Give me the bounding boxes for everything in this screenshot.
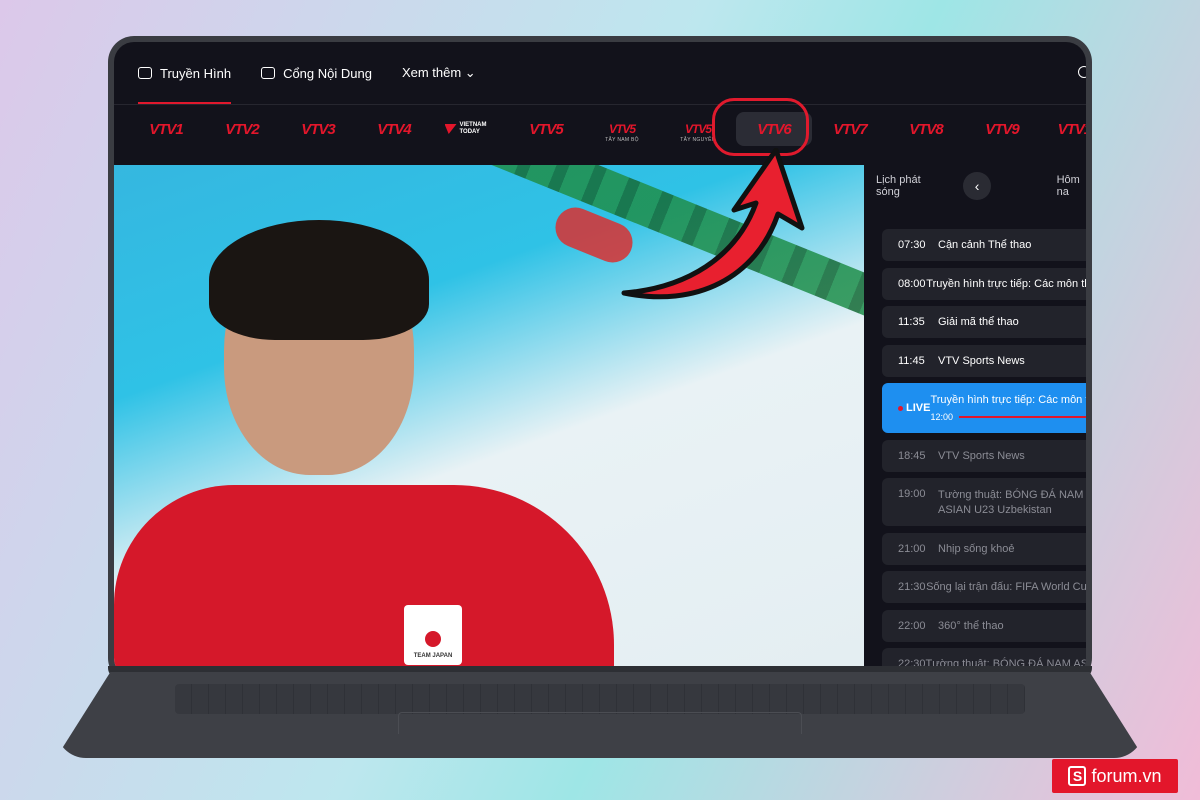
channel-logo: VTV5 [529, 120, 564, 138]
schedule-row[interactable]: 22:00 360° thể thao [882, 609, 1086, 642]
channel-vtv1[interactable]: VTV1 [128, 112, 204, 146]
tv-icon [138, 67, 152, 79]
channel-bar: VTV1 VTV2 VTV3 VTV4 VIETNAM TODAY VTV5 V… [128, 108, 1086, 150]
team-japan-badge: TEAM JAPAN [404, 605, 462, 665]
channel-vtv2[interactable]: VTV2 [204, 112, 280, 146]
schedule-time: 11:35 [898, 316, 925, 328]
channel-vtv5[interactable]: VTV5 [508, 112, 584, 146]
sforum-watermark: S forum.vn [1052, 759, 1178, 793]
channel-logo: VIETNAM TODAY [459, 122, 487, 135]
schedule-time: 19:00 [898, 488, 926, 500]
schedule-header: Lịch phát sóng ‹ Hôm na [874, 165, 1086, 207]
laptop-screen: Truyền Hình Cổng Nội Dung Xem thêm ⌄ VTV… [114, 42, 1086, 678]
schedule-time: 22:00 [898, 619, 926, 632]
live-body: Truyền hình trực tiếp: Các môn thi đ 12:… [930, 394, 1086, 422]
channel-logo: VTV8 [909, 120, 944, 138]
channel-sublabel: TÂY NAM BỘ [605, 137, 639, 143]
channel-logo: VTV2 [225, 120, 260, 138]
schedule-row[interactable]: 07:30 Cận cảnh Thể thao [882, 229, 1086, 261]
channel-vtv4[interactable]: VTV4 [356, 112, 432, 146]
nav-more-dropdown[interactable]: Xem thêm ⌄ [402, 42, 476, 104]
channel-vtv3[interactable]: VTV3 [280, 112, 356, 146]
channel-vtv10[interactable]: VTV10 [1040, 112, 1086, 146]
swimmer-hair [209, 220, 429, 340]
team-badge-text: TEAM JAPAN [413, 653, 453, 659]
channel-vtv5-tay-nam-bo[interactable]: VTV5 TÂY NAM BỘ [584, 112, 660, 146]
schedule-title-text: VTV Sports News [938, 354, 1025, 367]
video-player[interactable]: TEAM JAPAN [114, 165, 864, 675]
nav-tab-label: Truyền Hình [160, 65, 232, 81]
nav-divider [114, 104, 1086, 105]
schedule-list: 07:30 Cận cảnh Thể thao 08:00 Truyền hình … [882, 229, 1086, 678]
live-label: LIVE [906, 402, 931, 414]
laptop-trackpad [398, 712, 802, 734]
channel-logo: VTV10 [1057, 120, 1086, 138]
channel-vtv9[interactable]: VTV9 [964, 112, 1040, 146]
schedule-row[interactable]: 21:30 Sống lại trận đấu: FIFA World Cup 2 [882, 571, 1086, 603]
schedule-title-text: Giải mã thể thao [938, 316, 1019, 328]
top-navigation: Truyền Hình Cổng Nội Dung Xem thêm ⌄ [114, 42, 1086, 104]
channel-logo: VTV5 [684, 122, 712, 136]
channel-logo: VTV7 [833, 120, 868, 138]
search-icon[interactable] [1078, 66, 1086, 78]
schedule-title-text: Nhịp sống khoẻ [938, 542, 1015, 555]
schedule-title: Lịch phát sóng [876, 174, 921, 198]
schedule-day[interactable]: Hôm na [1057, 174, 1086, 198]
channel-vtv8[interactable]: VTV8 [888, 112, 964, 146]
schedule-panel: Lịch phát sóng ‹ Hôm na 07:30 Cận cảnh Th… [874, 165, 1086, 678]
schedule-time: 08:00 [898, 277, 926, 290]
schedule-title-text: VTV Sports News [938, 449, 1025, 462]
channel-logo: VTV6 [757, 120, 792, 138]
schedule-row[interactable]: 11:45 VTV Sports News [882, 344, 1086, 377]
schedule-time: 11:45 [898, 354, 925, 367]
nav-tab-truyen-hinh[interactable]: Truyền Hình [138, 42, 232, 104]
laptop-lid: Truyền Hình Cổng Nội Dung Xem thêm ⌄ VTV… [108, 36, 1092, 684]
schedule-title-text: Truyền hình trực tiếp: Các môn thi đ [930, 394, 1086, 406]
schedule-time: 21:00 [898, 542, 926, 555]
channel-sublabel: TÂY NGUYÊN [680, 137, 716, 143]
live-start-time: 12:00 [930, 412, 953, 422]
schedule-row[interactable]: 21:00 Nhịp sống khoẻ [882, 532, 1086, 565]
watermark-text: forum.vn [1091, 765, 1162, 786]
schedule-title-text: Cận cảnh Thể thao [938, 239, 1032, 251]
schedule-title-text: Sống lại trận đấu: FIFA World Cup 2 [926, 581, 1086, 593]
channel-logo: VTV4 [377, 120, 412, 138]
schedule-time: 18:45 [898, 449, 926, 462]
chevron-left-icon[interactable]: ‹ [963, 172, 991, 200]
channel-logo: VTV5 [608, 122, 636, 136]
nav-tab-label: Xem thêm ⌄ [401, 65, 476, 80]
laptop-keyboard [175, 684, 1025, 714]
channel-vtv7[interactable]: VTV7 [812, 112, 888, 146]
live-progress-bar [958, 416, 1086, 418]
schedule-row-live[interactable]: LIVE Truyền hình trực tiếp: Các môn thi … [882, 383, 1086, 433]
grid-icon [261, 67, 276, 79]
channel-logo: VTV3 [301, 120, 336, 138]
schedule-title-text: 360° thể thao [938, 619, 1004, 632]
schedule-time: 07:30 [898, 239, 926, 251]
schedule-title-text: Tường thuật: BÓNG ĐÁ NAM ASIAN U23 Uzbek… [938, 489, 1084, 516]
live-dot-icon [898, 405, 903, 411]
schedule-row[interactable]: 08:00 Truyền hình trực tiếp: Các môn thi … [882, 267, 1086, 300]
channel-vietnam-today[interactable]: VIETNAM TODAY [432, 112, 508, 146]
channel-logo: VTV9 [985, 120, 1020, 138]
sforum-logo-icon: S [1068, 766, 1087, 786]
channel-logo: VTV1 [149, 120, 184, 138]
channel-vtv5-tay-nguyen[interactable]: VTV5 TÂY NGUYÊN [660, 112, 736, 146]
japan-flag-icon [425, 631, 441, 647]
nav-tab-cong-noi-dung[interactable]: Cổng Nội Dung [261, 42, 372, 104]
channel-vtv6[interactable]: VTV6 [736, 112, 812, 146]
nav-tab-label: Cổng Nội Dung [283, 65, 372, 81]
schedule-time: 21:30 [898, 581, 926, 593]
vietnam-today-logo-icon [444, 124, 457, 134]
live-sub: 12:00 [930, 412, 1086, 422]
schedule-row[interactable]: 18:45 VTV Sports News [882, 439, 1086, 472]
schedule-row[interactable]: 19:00 Tường thuật: BÓNG ĐÁ NAM ASIAN U23 … [882, 478, 1086, 526]
schedule-title-text: Truyền hình trực tiếp: Các môn thi đ [926, 277, 1086, 290]
live-indicator: LIVE [882, 402, 930, 414]
swimmer-jacket [114, 485, 614, 675]
schedule-row[interactable]: 11:35 Giải mã thể thao [882, 306, 1086, 338]
